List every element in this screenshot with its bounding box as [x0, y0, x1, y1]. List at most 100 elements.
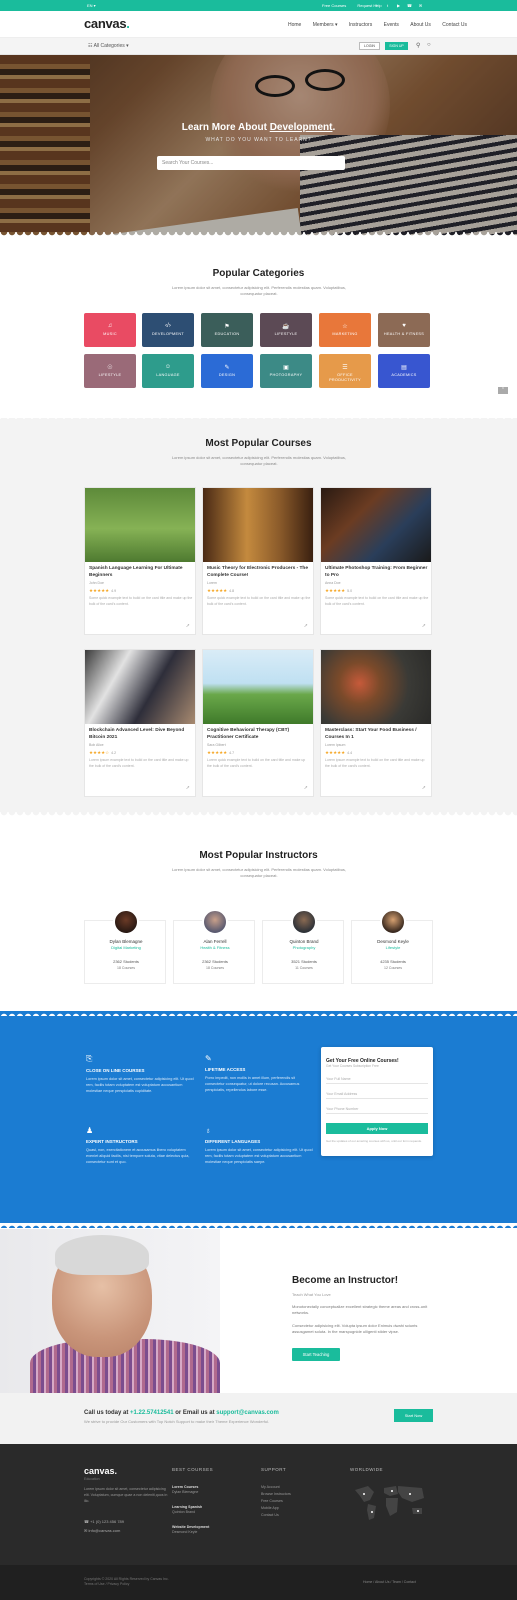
- footer-support-link[interactable]: Browse Instructors: [261, 1492, 291, 1497]
- course-card[interactable]: Blockchain Advanced Level: Dive Beyond B…: [84, 649, 196, 797]
- footer-links[interactable]: Home / About Us / Team / Contact: [363, 1580, 416, 1584]
- avatar: [113, 909, 139, 935]
- footer-course-link[interactable]: Website Development Desmond Keyle: [172, 1525, 209, 1535]
- world-map: [355, 1486, 424, 1520]
- instructor-name[interactable]: Alan Ferrell: [174, 939, 256, 944]
- instructor-card[interactable]: Dylan Blemagne Digital Marketing 2362 Stud…: [84, 909, 167, 984]
- course-image[interactable]: [203, 650, 313, 724]
- footer-course-link[interactable]: Learning Spanish Quinton Brand: [172, 1505, 202, 1515]
- instructor-card[interactable]: Quinton Brand Photography 3521 Students 11 …: [262, 909, 345, 984]
- course-card[interactable]: Ultimate Photoshop Training: From Beginn…: [320, 487, 432, 635]
- footer-support-link[interactable]: Contact Us: [261, 1513, 279, 1518]
- footer-support-link[interactable]: My Account: [261, 1485, 280, 1490]
- feature-icon: ⎘: [86, 1054, 93, 1063]
- instructor-card[interactable]: Alan Ferrell Health & Fitness 2362 Student…: [173, 909, 256, 984]
- cta-email[interactable]: support@canvas.com: [216, 1410, 279, 1416]
- category-tile[interactable]: ▤ Academics: [378, 354, 430, 388]
- footer-course-link[interactable]: Lorem Courses Dylan Blemagne: [172, 1485, 198, 1495]
- course-card[interactable]: Masterclass: Start Your Food Business / …: [320, 649, 432, 797]
- nav-members[interactable]: Members ▾: [313, 22, 338, 28]
- instructor-name[interactable]: Dylan Blemagne: [85, 939, 167, 944]
- login-button[interactable]: LOGIN: [359, 42, 380, 50]
- enroll-icon[interactable]: ➚: [422, 785, 426, 791]
- enroll-icon[interactable]: ➚: [186, 623, 190, 629]
- facebook-icon[interactable]: f: [374, 3, 379, 8]
- category-tile[interactable]: ☆ Marketing: [319, 313, 371, 347]
- instructor-role: Health & Fitness: [200, 945, 230, 950]
- wave-divider: [0, 413, 517, 419]
- phone-field[interactable]: Your Phone Number: [326, 1104, 428, 1114]
- course-title[interactable]: Music Theory for Electronic Producers - …: [207, 566, 311, 579]
- course-author: Sara Gilbert: [207, 743, 226, 747]
- full-name-field[interactable]: Your Full Name: [326, 1074, 428, 1084]
- nav-home[interactable]: Home: [288, 22, 301, 28]
- instructor-name[interactable]: Desmond Keyle: [352, 939, 434, 944]
- course-title[interactable]: Spanish Language Learning For Ultimate B…: [89, 566, 193, 579]
- nav-events[interactable]: Events: [384, 22, 399, 28]
- nav-instructors[interactable]: Instructors: [349, 22, 372, 28]
- mail-icon[interactable]: ✉: [418, 3, 423, 8]
- enroll-icon[interactable]: ➚: [186, 785, 190, 791]
- course-author: Lorem: [207, 581, 217, 585]
- become-instructor-section: Become an Instructor! Teach What You Lov…: [0, 1229, 517, 1393]
- course-image[interactable]: [321, 488, 431, 562]
- course-description: Lorem ipsum example text to build on the…: [89, 758, 189, 768]
- email-field[interactable]: Your Email Address: [326, 1089, 428, 1099]
- course-image[interactable]: [85, 650, 195, 724]
- course-title[interactable]: Blockchain Advanced Level: Dive Beyond B…: [89, 728, 193, 741]
- course-image[interactable]: [321, 650, 431, 724]
- footer-email[interactable]: ✉ info@canvas.com: [84, 1528, 120, 1533]
- category-tile[interactable]: ‹/› Development: [142, 313, 194, 347]
- course-title[interactable]: Masterclass: Start Your Food Business / …: [325, 728, 429, 741]
- category-tile[interactable]: ☕ Lifestyle: [260, 313, 312, 347]
- instructor-card[interactable]: Desmond Keyle Lifestyle 4235 Students 12 Co…: [351, 909, 434, 984]
- course-search-input[interactable]: Search Your Courses...: [157, 156, 345, 170]
- start-teaching-button[interactable]: Start Teaching: [292, 1348, 340, 1361]
- phone-icon[interactable]: ☎: [407, 3, 412, 8]
- course-card[interactable]: Spanish Language Learning For Ultimate B…: [84, 487, 196, 635]
- logo[interactable]: canvas.: [84, 16, 130, 31]
- category-tile[interactable]: ▣ Photography: [260, 354, 312, 388]
- category-tile[interactable]: ♥ Health & Fitness: [378, 313, 430, 347]
- category-tile[interactable]: ♫ Music: [84, 313, 136, 347]
- youtube-icon[interactable]: ▶: [396, 3, 401, 8]
- cart-icon[interactable]: ○: [427, 42, 431, 48]
- language-selector[interactable]: EN ▾: [87, 3, 96, 8]
- footer-phone[interactable]: ☎ +1 (0) 123 456 789: [84, 1519, 124, 1524]
- instructor-courses: 11 Courses: [295, 966, 313, 970]
- course-card[interactable]: Music Theory for Electronic Producers - …: [202, 487, 314, 635]
- footer-support-link[interactable]: Free Courses: [261, 1499, 283, 1504]
- start-now-button[interactable]: Start Now: [394, 1409, 433, 1422]
- go-to-top-button[interactable]: ⌃: [498, 387, 508, 394]
- search-icon[interactable]: ⚲: [416, 42, 420, 49]
- cta-phone[interactable]: +1.22.57412541: [130, 1410, 174, 1416]
- course-title[interactable]: Ultimate Photoshop Training: From Beginn…: [325, 566, 429, 579]
- signup-button[interactable]: SIGN UP: [385, 42, 408, 50]
- course-card[interactable]: Cognitive Behavioral Therapy (CBT) Pract…: [202, 649, 314, 797]
- enroll-icon[interactable]: ➚: [304, 623, 308, 629]
- category-tile[interactable]: ☰ Office Productivity: [319, 354, 371, 388]
- become-instructor-text-2: Consectetur adipisicing elit. Volupta ip…: [292, 1323, 418, 1334]
- category-tile[interactable]: ☺ Language: [142, 354, 194, 388]
- nav-about[interactable]: About Us: [410, 22, 431, 28]
- footer-support-link[interactable]: Mobile App: [261, 1506, 279, 1511]
- category-tile[interactable]: ⚑ Education: [201, 313, 253, 347]
- course-rating: ★★★★☆ 4.2: [89, 750, 117, 755]
- footer-logo[interactable]: canvas.: [84, 1466, 117, 1476]
- terms-links[interactable]: Terms of Use / Privacy Policy: [84, 1582, 169, 1587]
- instructor-name[interactable]: Quinton Brand: [263, 939, 345, 944]
- course-image[interactable]: [85, 488, 195, 562]
- category-tile[interactable]: ☉ Lifestyle: [84, 354, 136, 388]
- course-image[interactable]: [203, 488, 313, 562]
- enroll-icon[interactable]: ➚: [422, 623, 426, 629]
- nav-contact[interactable]: Contact Us: [442, 22, 467, 28]
- category-label: Language: [156, 373, 180, 377]
- top-link-free-courses[interactable]: Free Courses: [322, 3, 346, 8]
- category-tile[interactable]: ✎ Design: [201, 354, 253, 388]
- twitter-icon[interactable]: t: [385, 3, 390, 8]
- course-author: Bob Alice: [89, 743, 104, 747]
- course-title[interactable]: Cognitive Behavioral Therapy (CBT) Pract…: [207, 728, 311, 741]
- all-categories-dropdown[interactable]: ☷ All Categories ▾: [88, 43, 129, 49]
- apply-now-button[interactable]: Apply Now: [326, 1123, 428, 1134]
- enroll-icon[interactable]: ➚: [304, 785, 308, 791]
